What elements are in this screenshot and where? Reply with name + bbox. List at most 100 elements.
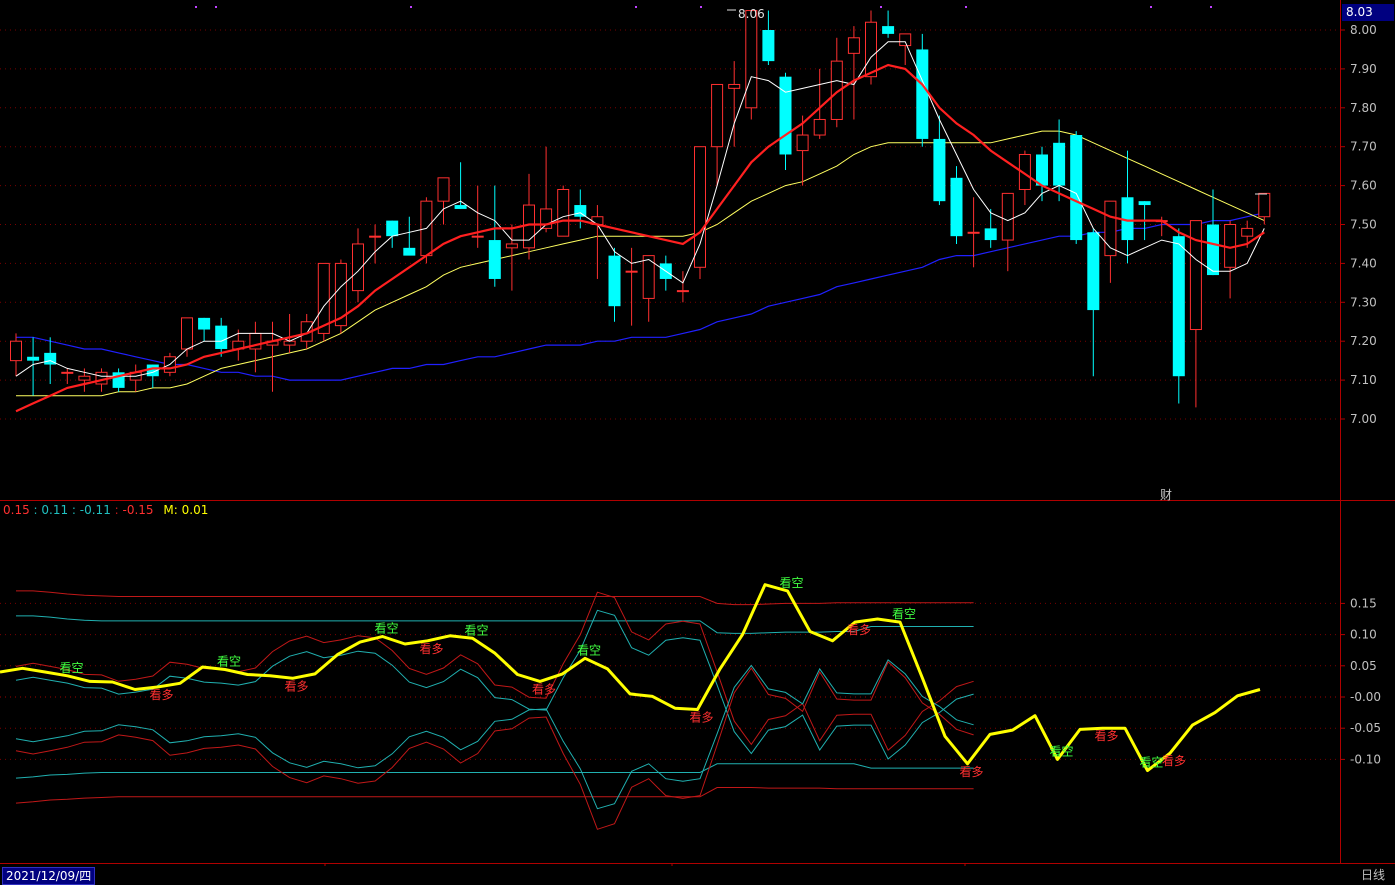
y-tick-label: -0.05 — [1350, 721, 1381, 735]
candle-up[interactable] — [283, 340, 296, 346]
candle-up[interactable] — [745, 10, 758, 109]
y-tick-label: 0.10 — [1350, 628, 1377, 642]
candle-down[interactable] — [1036, 154, 1048, 186]
signal-kankong-label: 看空 — [465, 623, 489, 637]
signal-kankong-label: 看空 — [60, 661, 84, 675]
candle-down[interactable] — [1207, 224, 1219, 276]
candle-up[interactable] — [967, 231, 980, 234]
candle-up[interactable] — [471, 235, 484, 238]
y-tick-label: 7.50 — [1350, 218, 1377, 232]
band-lo-inner — [15, 763, 974, 779]
event-dot — [195, 6, 197, 8]
event-dot — [880, 6, 882, 8]
candle-up[interactable] — [61, 371, 74, 374]
candle-up[interactable] — [899, 33, 912, 47]
signal-kankong-label: 看空 — [375, 621, 399, 635]
signal-kankong-label: 看空 — [780, 576, 804, 590]
candle-up[interactable] — [676, 290, 689, 293]
event-dot — [1150, 6, 1152, 8]
legend-sep: : — [68, 503, 80, 517]
signal-kanduo-label: 看多 — [285, 679, 309, 693]
candle-down[interactable] — [403, 247, 416, 256]
indicator-legend: 0.15 : 0.11 : -0.11 : -0.15 M: 0.01 — [3, 503, 208, 517]
candle-down[interactable] — [27, 356, 40, 361]
candle-down[interactable] — [882, 26, 895, 34]
candle-down[interactable] — [950, 177, 963, 237]
candle-down[interactable] — [779, 76, 792, 155]
candle-up[interactable] — [505, 243, 518, 249]
candle-up[interactable] — [78, 375, 91, 381]
m-signal-line — [0, 583, 1261, 773]
y-tick-label: 7.70 — [1350, 140, 1377, 154]
candle-up[interactable] — [557, 188, 570, 237]
y-tick-label: 7.40 — [1350, 256, 1377, 270]
candle-up[interactable] — [10, 340, 22, 362]
candle-down[interactable] — [1053, 142, 1066, 186]
stock-chart[interactable]: 8.00 7.90 7.80 7.70 7.60 7.50 7.40 7.30 7.20 7.10… — [0, 0, 1395, 885]
candle-up[interactable] — [1241, 227, 1254, 237]
candle-down[interactable] — [762, 30, 775, 62]
candle-up[interactable] — [625, 270, 638, 273]
candle-up[interactable] — [1258, 192, 1271, 218]
bottom-time-bar — [0, 866, 1395, 885]
candle-up[interactable] — [437, 177, 450, 202]
signal-kankong-label: 看空 — [217, 655, 241, 669]
candle-down[interactable] — [984, 228, 997, 241]
env-cyan-lower — [15, 659, 974, 810]
candle-up[interactable] — [865, 21, 877, 78]
band-up-outer — [16, 590, 974, 606]
signal-kanduo-label: 看多 — [847, 623, 871, 637]
y-tick-label: 7.10 — [1350, 373, 1377, 387]
candle-down[interactable] — [574, 205, 587, 217]
y-tick-label: 0.15 — [1350, 596, 1377, 610]
y-tick-label: 7.30 — [1350, 295, 1377, 309]
candle-down[interactable] — [608, 255, 621, 307]
peak-price-label: 8.06 — [738, 7, 765, 21]
candle-down[interactable] — [916, 49, 929, 139]
financial-event-marker[interactable]: 财 — [1160, 486, 1172, 503]
legend-value-4: -0.15 — [122, 503, 154, 517]
event-dot — [700, 6, 702, 8]
y-tick-label: -0.00 — [1350, 690, 1381, 704]
cursor-date-label: 2021/12/09/四 — [2, 867, 96, 885]
y-tick-label: 7.60 — [1350, 179, 1377, 193]
band-lo-outer — [15, 787, 974, 804]
candle-down[interactable] — [1138, 201, 1151, 206]
candle-down[interactable] — [488, 240, 501, 279]
current-price-box: 8.03 — [1342, 4, 1394, 21]
period-label[interactable]: 日线 — [1361, 867, 1385, 883]
candle-up[interactable] — [847, 37, 860, 54]
y-tick-label: 7.90 — [1350, 62, 1377, 76]
candle-down[interactable] — [454, 205, 467, 209]
y-tick-label: 7.20 — [1350, 334, 1377, 348]
candle-up[interactable] — [369, 235, 382, 238]
candle-up[interactable] — [796, 134, 809, 152]
candle-up[interactable] — [181, 317, 193, 350]
event-dot — [1210, 6, 1212, 8]
legend-value-2: 0.11 — [41, 503, 69, 517]
candle-down[interactable] — [215, 325, 228, 349]
candle-down[interactable] — [1070, 135, 1083, 241]
signal-kankong-label: 看空 — [1050, 744, 1074, 758]
legend-value-3: -0.11 — [79, 503, 111, 517]
candle-up[interactable] — [711, 83, 724, 148]
event-dot — [215, 6, 217, 8]
candle-down[interactable] — [933, 138, 946, 202]
signal-kanduo-label: 看多 — [420, 642, 444, 656]
legend-sep: : — [110, 503, 123, 517]
candle-down[interactable] — [1172, 236, 1185, 377]
candle-down[interactable] — [1087, 232, 1100, 311]
y-tick-label: -0.10 — [1350, 752, 1381, 766]
candle-up[interactable] — [694, 146, 706, 268]
candle-down[interactable] — [198, 317, 211, 330]
y-tick-label: 0.05 — [1350, 659, 1377, 673]
candle-up[interactable] — [1001, 192, 1014, 241]
candle-up[interactable] — [813, 118, 826, 136]
y-tick-label: 7.00 — [1350, 412, 1377, 426]
event-dot — [965, 6, 967, 8]
candle-down[interactable] — [386, 220, 399, 237]
y-tick-label: 7.80 — [1350, 101, 1377, 115]
signal-kanduo-label: 看多 — [960, 765, 984, 779]
candle-up[interactable] — [1189, 220, 1202, 331]
candle-up[interactable] — [728, 83, 741, 89]
